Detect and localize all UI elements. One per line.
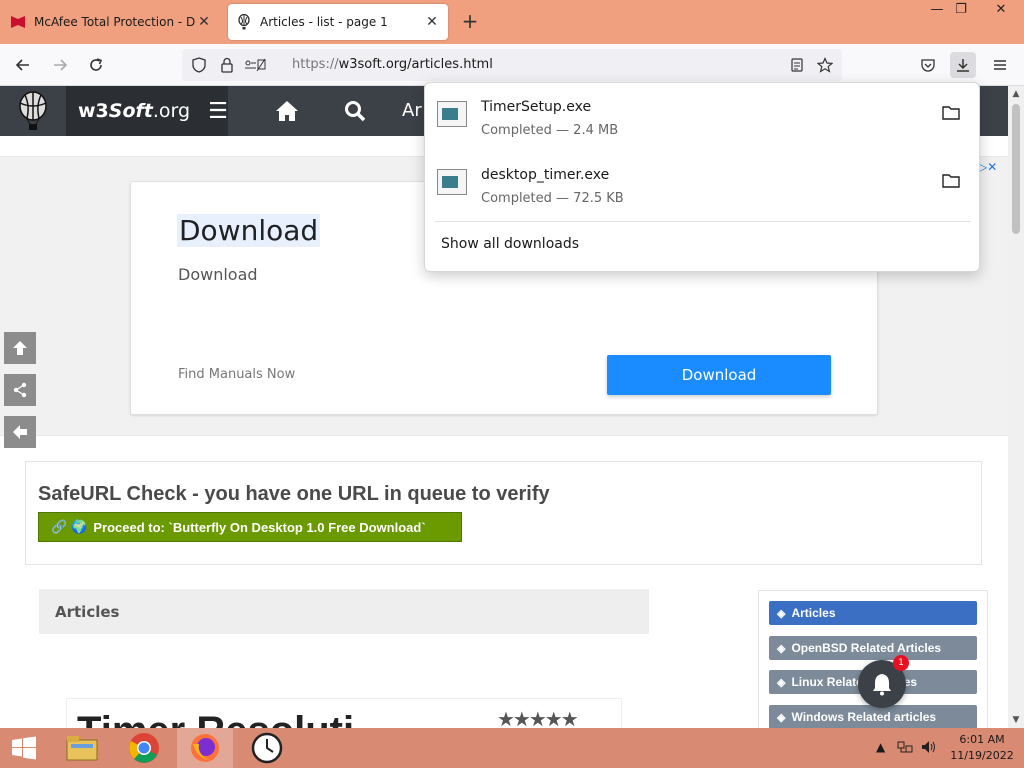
mcafee-icon (10, 14, 26, 30)
clock-app-icon[interactable] (239, 728, 295, 768)
adchoices-icon[interactable]: ▷✕ (978, 160, 997, 174)
taskbar: ▲ 6:01 AM 11/19/2022 (0, 728, 1024, 768)
brand-name: w3Soft.org (78, 100, 190, 122)
notification-badge: 1 (893, 655, 909, 671)
sidebar-item-label: Windows Related articles (791, 710, 937, 724)
sidebar-item-label: OpenBSD Related Articles (791, 641, 942, 655)
shield-icon[interactable] (186, 52, 212, 78)
downloads-panel: TimerSetup.exe Completed — 2.4 MB deskto… (424, 82, 980, 272)
safeurl-title: SafeURL Check - you have one URL in queu… (38, 483, 550, 505)
balloon-logo-icon (19, 91, 47, 130)
sidebar-item-label: Articles (791, 606, 836, 620)
share-icon[interactable] (4, 374, 36, 406)
brand-suffix: .org (152, 100, 191, 122)
layers-icon: ◈ (777, 676, 786, 689)
clock-date: 11/19/2022 (950, 749, 1014, 762)
show-all-downloads-link[interactable]: Show all downloads (441, 236, 579, 252)
sidebar-item-openbsd[interactable]: ◈ OpenBSD Related Articles (769, 636, 977, 660)
back-arrow-icon[interactable] (4, 416, 36, 448)
divider (435, 221, 971, 222)
system-clock[interactable]: 6:01 AM 11/19/2022 (944, 732, 1020, 764)
url-text: https://w3soft.org/articles.html (292, 57, 493, 72)
volume-icon[interactable] (921, 740, 937, 757)
downloads-icon[interactable] (950, 52, 976, 78)
download-filename: desktop_timer.exe (481, 167, 610, 183)
close-tab-icon[interactable]: ✕ (424, 14, 440, 30)
url-scheme: https:// (292, 57, 339, 72)
forward-icon[interactable] (47, 52, 73, 78)
tab-mcafee[interactable]: McAfee Total Protection - Down ✕ (2, 4, 220, 40)
safeurl-box: SafeURL Check - you have one URL in queu… (25, 461, 982, 565)
network-icon[interactable] (897, 740, 913, 757)
show-hidden-icons-icon[interactable]: ▲ (876, 740, 885, 754)
permissions-icon[interactable] (242, 52, 268, 78)
brand-prefix: w3 (78, 100, 109, 122)
brand-block[interactable]: w3Soft.org ☰ (66, 86, 228, 136)
scrollbar-thumb[interactable] (1012, 104, 1020, 234)
lock-icon[interactable] (214, 52, 240, 78)
sidebar-item-articles[interactable]: ◈ Articles (769, 601, 977, 625)
chrome-icon[interactable] (116, 728, 172, 768)
tab-title: McAfee Total Protection - Down (34, 15, 196, 29)
menu-icon[interactable] (987, 52, 1013, 78)
reader-view-icon[interactable] (784, 52, 810, 78)
download-item[interactable]: TimerSetup.exe Completed — 2.4 MB (435, 83, 971, 145)
folder-icon[interactable] (941, 103, 961, 123)
proceed-label: Proceed to: `Butterfly On Desktop 1.0 Fr… (93, 519, 426, 535)
proceed-button[interactable]: 🔗 🌍 Proceed to: `Butterfly On Desktop 1.… (38, 512, 462, 542)
layers-icon: ◈ (777, 607, 786, 620)
balloon-icon (236, 14, 252, 30)
sidebar-item-windows[interactable]: ◈ Windows Related articles (769, 705, 977, 729)
layers-icon: ◈ (777, 711, 786, 724)
link-icon: 🔗 (51, 519, 68, 534)
articles-header: Articles (39, 589, 649, 634)
ad-subtitle: Download (178, 265, 258, 284)
ad-link[interactable]: Find Manuals Now (178, 367, 295, 382)
navigation-bar: https://w3soft.org/articles.html (0, 44, 1024, 86)
firefox-icon[interactable] (177, 728, 233, 768)
download-filename: TimerSetup.exe (481, 99, 592, 115)
tab-title: Articles - list - page 1 (260, 15, 388, 29)
globe-icon: 🌍 (71, 519, 88, 534)
back-icon[interactable] (10, 52, 36, 78)
clock-time: 6:01 AM (959, 733, 1005, 746)
download-status: Completed — 2.4 MB (481, 123, 619, 138)
scroll-down-icon[interactable]: ▼ (1008, 712, 1024, 728)
download-item[interactable]: desktop_timer.exe Completed — 72.5 KB (435, 151, 971, 213)
site-logo[interactable] (0, 86, 66, 136)
scroll-up-icon[interactable]: ▲ (1008, 86, 1024, 102)
search-icon[interactable] (342, 98, 368, 124)
exe-file-icon (437, 169, 467, 195)
ad-title[interactable]: Download (177, 214, 321, 247)
close-window-icon[interactable]: ✕ (984, 0, 1018, 22)
ad-download-button[interactable]: Download (607, 355, 831, 395)
download-status: Completed — 72.5 KB (481, 191, 624, 206)
nav-articles-partial[interactable]: Ar (402, 100, 422, 121)
brand-italic: Soft (108, 100, 153, 122)
address-bar[interactable]: https://w3soft.org/articles.html (182, 49, 842, 81)
bookmark-star-icon[interactable] (812, 52, 838, 78)
tab-articles[interactable]: Articles - list - page 1 ✕ (228, 4, 448, 40)
file-explorer-icon[interactable] (54, 728, 110, 768)
pocket-icon[interactable] (915, 52, 941, 78)
layers-icon: ◈ (777, 642, 786, 655)
close-tab-icon[interactable]: ✕ (196, 14, 212, 30)
restore-icon[interactable]: ❐ (944, 0, 978, 22)
hamburger-menu-icon[interactable]: ☰ (208, 99, 228, 124)
reload-icon[interactable] (83, 52, 109, 78)
windows-start-icon[interactable] (0, 728, 48, 768)
new-tab-button[interactable]: + (458, 10, 482, 34)
home-icon[interactable] (274, 98, 300, 124)
exe-file-icon (437, 101, 467, 127)
vertical-scrollbar[interactable]: ▲ ▼ (1008, 86, 1024, 728)
folder-icon[interactable] (941, 171, 961, 191)
url-host-path: w3soft.org/articles.html (338, 57, 493, 72)
tab-bar: McAfee Total Protection - Down ✕ Article… (0, 0, 1024, 44)
scroll-top-icon[interactable] (4, 332, 36, 364)
